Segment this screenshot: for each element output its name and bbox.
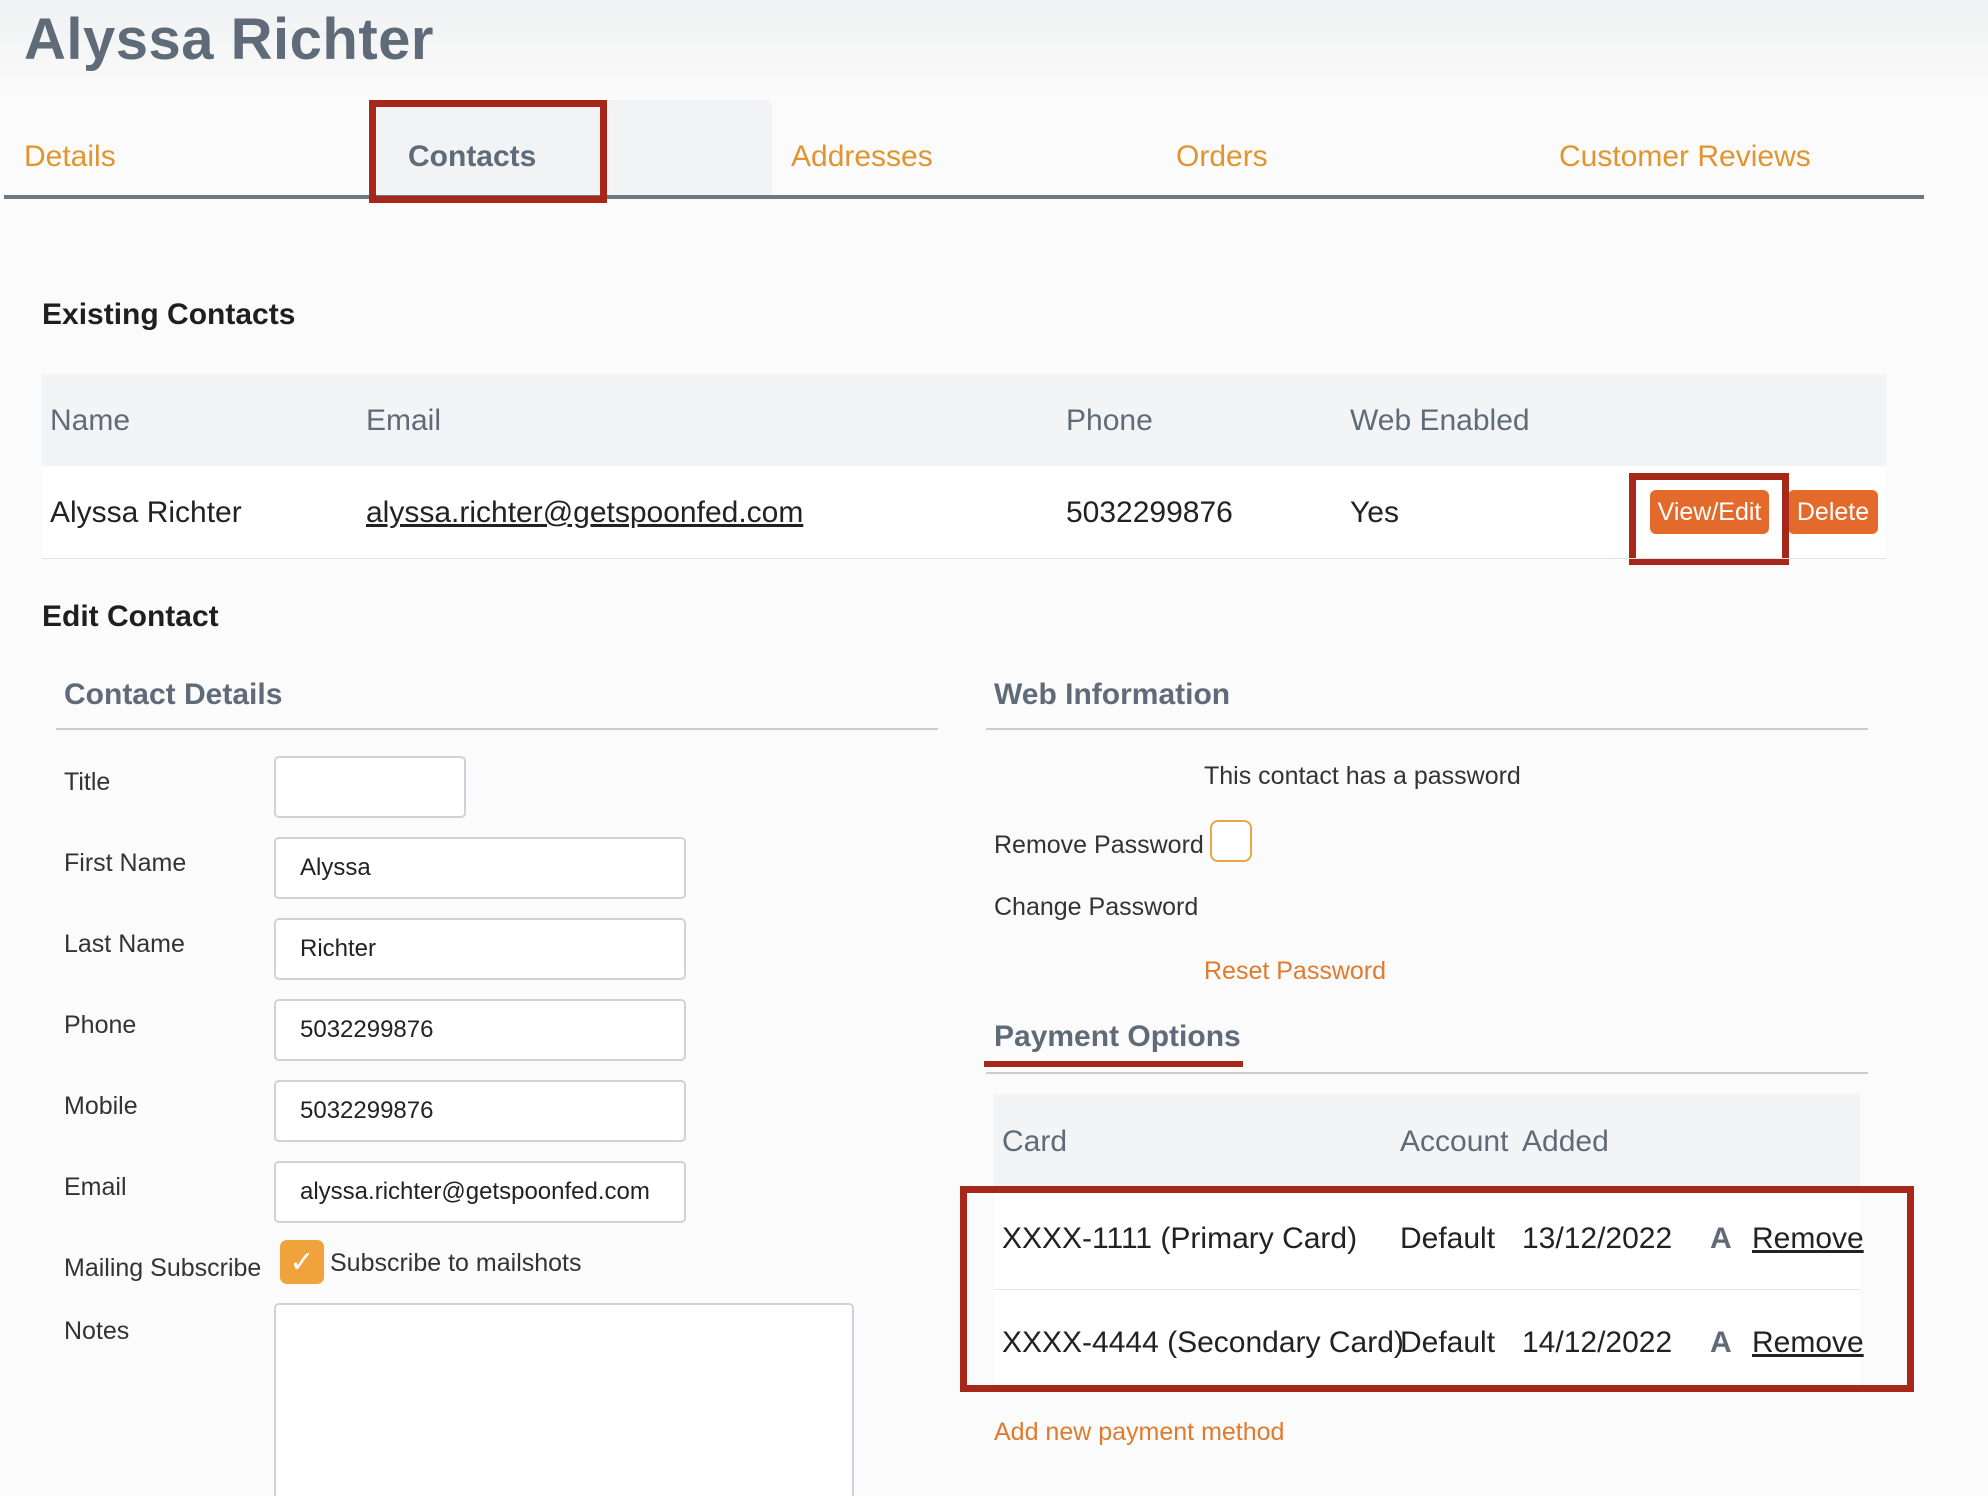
- row-divider: [42, 558, 1886, 559]
- last-name-field[interactable]: Richter: [274, 918, 686, 980]
- tab-orders[interactable]: Orders: [1176, 140, 1268, 174]
- notes-textarea[interactable]: [274, 1303, 854, 1496]
- contact-name-cell: Alyssa Richter: [50, 496, 242, 529]
- password-status-text: This contact has a password: [1204, 762, 1521, 790]
- mailing-subscribe-label: Mailing Subscribe: [64, 1254, 262, 1282]
- contact-web-enabled-cell: Yes: [1350, 496, 1399, 529]
- contacts-table-header: [42, 374, 1886, 466]
- payment-options-rule: [986, 1072, 1868, 1074]
- view-edit-highlight: [1629, 473, 1789, 565]
- payment-options-highlight-underline: [984, 1061, 1243, 1067]
- contact-email-link[interactable]: alyssa.richter@getspoonfed.com: [366, 496, 803, 530]
- mobile-label: Mobile: [64, 1092, 138, 1120]
- payment-rows-highlight: [960, 1186, 1914, 1392]
- title-field[interactable]: [274, 756, 466, 818]
- title-label: Title: [64, 768, 111, 796]
- email-label: Email: [64, 1173, 127, 1201]
- reset-password-link[interactable]: Reset Password: [1204, 957, 1386, 986]
- tab-underline: [4, 195, 1924, 199]
- first-name-field[interactable]: Alyssa: [274, 837, 686, 899]
- web-information-rule: [986, 728, 1868, 730]
- delete-button[interactable]: Delete: [1788, 490, 1878, 534]
- column-header-email: Email: [366, 404, 442, 437]
- email-field[interactable]: alyssa.richter@getspoonfed.com: [274, 1161, 686, 1223]
- payment-options-title: Payment Options: [994, 1020, 1241, 1053]
- tab-customer-reviews[interactable]: Customer Reviews: [1559, 140, 1811, 174]
- table-row: [42, 466, 1886, 558]
- column-header-phone: Phone: [1066, 404, 1153, 437]
- subscribe-checkbox[interactable]: ✓: [280, 1240, 324, 1284]
- subscribe-checkbox-label[interactable]: Subscribe to mailshots: [330, 1249, 582, 1278]
- edit-contact-title: Edit Contact: [42, 600, 219, 633]
- last-name-label: Last Name: [64, 930, 185, 958]
- column-header-name: Name: [50, 404, 131, 437]
- column-header-card: Card: [1002, 1125, 1068, 1158]
- add-payment-method-link[interactable]: Add new payment method: [994, 1418, 1284, 1447]
- page-title: Alyssa Richter: [24, 7, 434, 72]
- contact-details-title: Contact Details: [64, 678, 283, 711]
- column-header-account: Account: [1400, 1125, 1509, 1158]
- web-information-title: Web Information: [994, 678, 1231, 711]
- remove-password-label: Remove Password: [994, 831, 1204, 859]
- contact-details-rule: [56, 728, 938, 730]
- tab-details[interactable]: Details: [24, 140, 116, 174]
- contacts-tab-highlight: [369, 100, 607, 203]
- contact-phone-cell: 5032299876: [1066, 496, 1233, 529]
- column-header-added: Added: [1522, 1125, 1609, 1158]
- mobile-field[interactable]: 5032299876: [274, 1080, 686, 1142]
- phone-label: Phone: [64, 1011, 137, 1039]
- change-password-label: Change Password: [994, 893, 1199, 921]
- remove-password-checkbox[interactable]: [1210, 820, 1252, 862]
- first-name-label: First Name: [64, 849, 187, 877]
- notes-label: Notes: [64, 1317, 130, 1345]
- column-header-web-enabled: Web Enabled: [1350, 404, 1530, 437]
- existing-contacts-title: Existing Contacts: [42, 298, 296, 331]
- tab-addresses[interactable]: Addresses: [791, 140, 933, 174]
- phone-field[interactable]: 5032299876: [274, 999, 686, 1061]
- checkmark-icon: ✓: [289, 1245, 315, 1279]
